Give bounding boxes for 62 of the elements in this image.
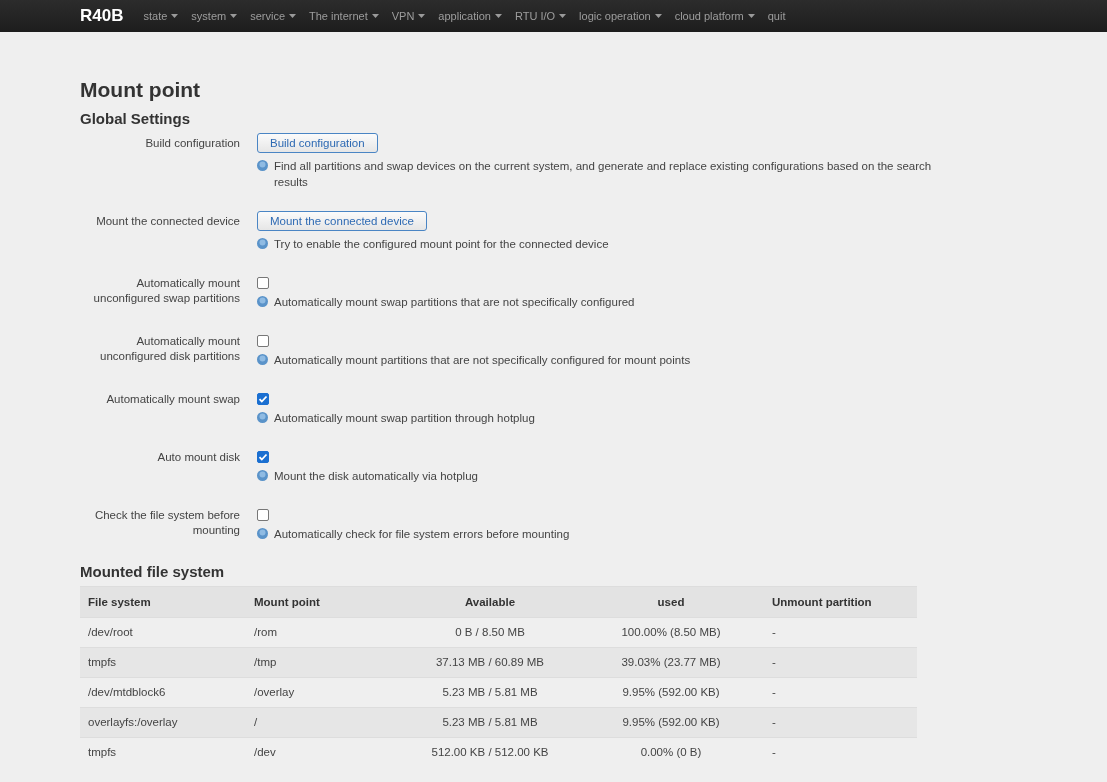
field-label: Auto mount disk <box>157 451 240 463</box>
column-header: Mount point <box>246 586 402 618</box>
menu-item[interactable]: application <box>438 10 502 22</box>
help-text: Automatically mount swap partition through hotplug <box>274 411 535 426</box>
help-text: Try to enable the configured mount point for the connected device <box>274 237 609 252</box>
menu-item[interactable]: service <box>250 10 296 22</box>
help-icon <box>257 470 268 481</box>
checkbox[interactable] <box>257 509 269 521</box>
table-cell: 37.13 MB / 60.89 MB <box>402 647 578 678</box>
menu-item[interactable]: state <box>143 10 179 22</box>
column-header: Available <box>402 586 578 618</box>
table-cell: - <box>764 737 917 767</box>
table-cell: 9.95% (592.00 KB) <box>578 707 764 738</box>
help-icon <box>257 296 268 307</box>
column-header: File system <box>80 586 246 618</box>
table-cell: overlayfs:/overlay <box>80 707 246 738</box>
brand-title[interactable]: R40B <box>80 6 124 26</box>
help-text: Automatically check for file system errors before mounting <box>274 527 570 542</box>
help-text: Automatically mount swap partitions that are not specifically configured <box>274 295 635 310</box>
help-text: Find all partitions and swap devices on the current system, and generate and replace existing configurations based on the search results <box>274 159 933 190</box>
table-cell: - <box>764 707 917 738</box>
table-cell: 39.03% (23.77 MB) <box>578 647 764 678</box>
column-header: used <box>578 586 764 618</box>
checkbox[interactable] <box>257 451 269 463</box>
menu-item[interactable]: The internet <box>309 10 379 22</box>
help-icon <box>257 160 268 171</box>
help-icon <box>257 528 268 539</box>
field-label: Automatically mount unconfigured swap partitions <box>93 277 240 304</box>
menu-item[interactable]: quit <box>767 10 786 22</box>
menu-item[interactable]: cloud platform <box>674 10 755 22</box>
action-button[interactable]: Build configuration <box>257 133 378 153</box>
section-title: Mounted file system <box>80 563 226 580</box>
page-title: Mount point <box>80 78 202 102</box>
menu-item[interactable]: system <box>191 10 238 22</box>
table-cell: 512.00 KB / 512.00 KB <box>402 737 578 767</box>
field-label: Build configuration <box>145 137 240 149</box>
table-cell: /dev <box>246 737 402 767</box>
field-label: Automatically mount swap <box>106 393 240 405</box>
table-cell: tmpfs <box>80 647 246 678</box>
table-cell: / <box>246 707 402 738</box>
checkbox[interactable] <box>257 277 269 289</box>
table-cell: - <box>764 647 917 678</box>
help-text: Automatically mount partitions that are not specifically configured for mount points <box>274 353 691 368</box>
field-label: Check the file system before mounting <box>94 509 240 536</box>
checkbox[interactable] <box>257 335 269 347</box>
menu-item[interactable]: RTU I/O <box>514 10 567 22</box>
action-button[interactable]: Mount the connected device <box>257 211 427 231</box>
checkbox[interactable] <box>257 393 269 405</box>
column-header: Unmount partition <box>764 586 917 618</box>
help-icon <box>257 354 268 365</box>
help-icon <box>257 238 268 249</box>
help-icon <box>257 412 268 423</box>
menu-item[interactable]: logic operation <box>579 10 662 22</box>
menu-item[interactable]: VPN <box>391 10 426 22</box>
help-text: Mount the disk automatically via hotplug <box>274 469 478 484</box>
field-label: Mount the connected device <box>96 215 240 227</box>
field-label: Automatically mount unconfigured disk partitions <box>100 335 240 362</box>
table-cell: 0.00% (0 B) <box>578 737 764 767</box>
table-cell: 5.23 MB / 5.81 MB <box>402 707 578 738</box>
section-title: Global Settings <box>80 110 191 127</box>
table-cell: tmpfs <box>80 737 246 767</box>
table-cell: /tmp <box>246 647 402 678</box>
